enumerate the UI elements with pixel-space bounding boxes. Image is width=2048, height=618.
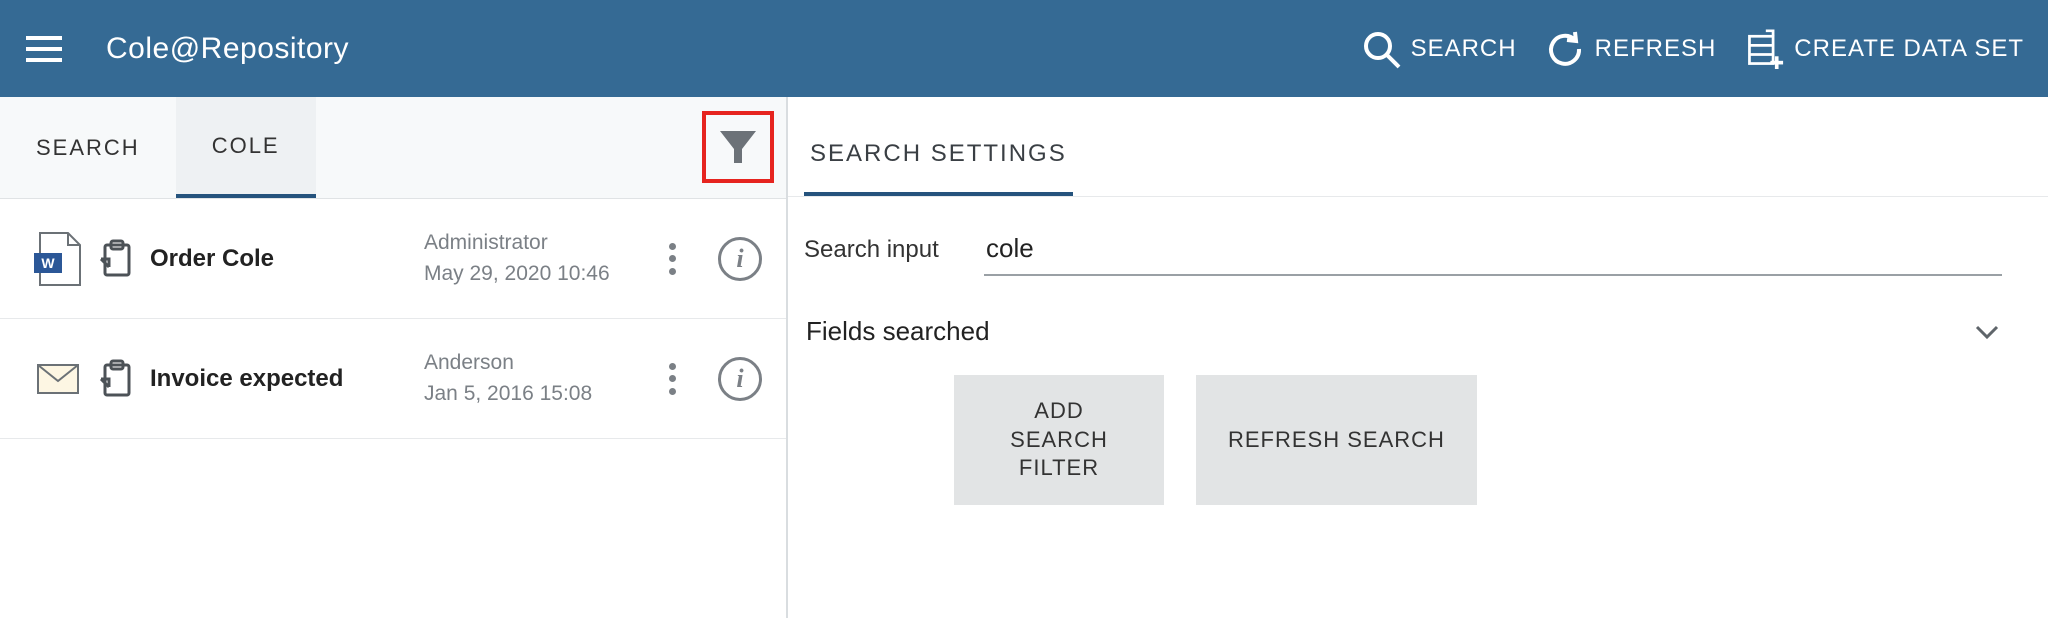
results-list: W Order Cole Administrator May 29, 2020 …	[0, 199, 786, 618]
result-row[interactable]: Invoice expected Anderson Jan 5, 2016 15…	[0, 319, 786, 439]
tab-search[interactable]: SEARCH	[0, 97, 176, 198]
result-timestamp: May 29, 2020 10:46	[424, 259, 654, 289]
chevron-down-icon	[1974, 319, 2000, 345]
settings-column: SEARCH SETTINGS Search input Fields sear…	[788, 97, 2048, 618]
row-info-button[interactable]: i	[718, 357, 762, 401]
clipboard-link-icon	[88, 359, 144, 399]
result-user: Anderson	[424, 348, 654, 378]
mail-icon	[28, 351, 88, 407]
clipboard-link-icon	[88, 239, 144, 279]
top-actions: SEARCH REFRESH CREATE DATA SET	[1361, 29, 2024, 69]
results-column: SEARCH COLE W	[0, 97, 788, 618]
global-search-label: SEARCH	[1411, 35, 1517, 63]
result-title: Invoice expected	[150, 365, 424, 393]
tab-cole[interactable]: COLE	[176, 97, 316, 198]
menu-button[interactable]	[0, 0, 88, 97]
search-icon	[1361, 29, 1401, 69]
create-dataset-icon	[1744, 29, 1784, 69]
result-user: Administrator	[424, 228, 654, 258]
refresh-search-button[interactable]: REFRESH SEARCH	[1196, 375, 1477, 505]
row-menu-button[interactable]	[658, 357, 686, 401]
top-bar: Cole@Repository SEARCH REFRESH	[0, 0, 2048, 97]
word-doc-icon: W	[28, 231, 88, 287]
row-menu-button[interactable]	[658, 237, 686, 281]
svg-text:W: W	[41, 255, 55, 271]
funnel-icon	[718, 127, 758, 167]
refresh-label: REFRESH	[1595, 35, 1717, 63]
tab-search-settings[interactable]: SEARCH SETTINGS	[804, 140, 1073, 196]
panel-tabstrip: SEARCH SETTINGS	[788, 97, 2048, 197]
filter-button[interactable]	[702, 111, 774, 183]
result-title: Order Cole	[150, 245, 424, 273]
refresh-button[interactable]: REFRESH	[1545, 29, 1717, 69]
tabstrip: SEARCH COLE	[0, 97, 786, 199]
app-title: Cole@Repository	[106, 32, 349, 66]
refresh-icon	[1545, 29, 1585, 69]
result-timestamp: Jan 5, 2016 15:08	[424, 379, 654, 409]
search-input-label: Search input	[804, 236, 944, 264]
hamburger-icon	[26, 35, 62, 63]
search-input[interactable]	[984, 227, 2002, 276]
create-dataset-button[interactable]: CREATE DATA SET	[1744, 29, 2024, 69]
fields-searched-label: Fields searched	[806, 316, 990, 347]
add-search-filter-button[interactable]: ADD SEARCH FILTER	[954, 375, 1164, 505]
create-dataset-label: CREATE DATA SET	[1794, 35, 2024, 63]
row-info-button[interactable]: i	[718, 237, 762, 281]
fields-searched-toggle[interactable]: Fields searched	[804, 312, 2002, 375]
global-search-button[interactable]: SEARCH	[1361, 29, 1517, 69]
result-row[interactable]: W Order Cole Administrator May 29, 2020 …	[0, 199, 786, 319]
